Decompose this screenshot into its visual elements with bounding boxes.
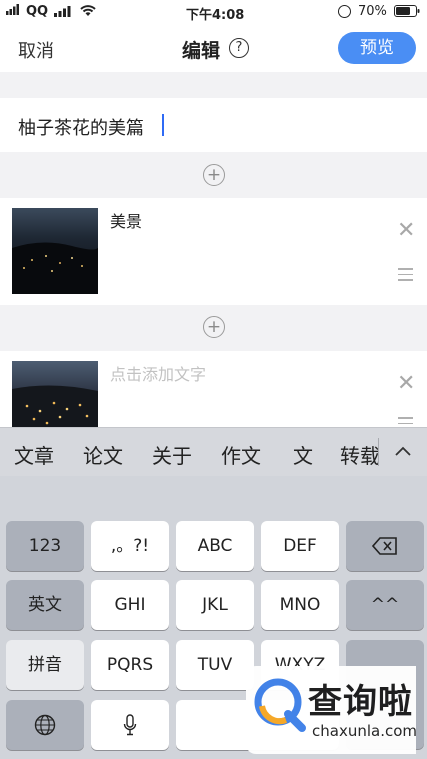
carrier-label: QQ [26, 4, 49, 19]
watermark-logo-icon [252, 676, 308, 736]
article-title-field[interactable]: 柚子茶花的美篇 [0, 98, 427, 152]
close-icon[interactable]: ✕ [397, 373, 415, 395]
item-text-placeholder[interactable]: 点击添加文字 [110, 361, 206, 385]
page-title: 编辑 [182, 40, 221, 62]
watermark-url: chaxunla.com [312, 722, 417, 740]
article-title-text: 柚子茶花的美篇 [18, 118, 144, 139]
candidate-word[interactable]: 作文 [221, 440, 261, 469]
content-item[interactable]: 点击添加文字 ✕ [0, 351, 427, 427]
candidate-divider [378, 438, 379, 466]
signal-bars-icon [54, 6, 72, 21]
watermark: 查询啦 chaxunla.com [246, 666, 417, 754]
key-ghi[interactable]: GHI [91, 580, 169, 630]
add-section-button[interactable]: + [203, 164, 225, 186]
photo-thumbnail[interactable] [12, 208, 99, 294]
cancel-button[interactable]: 取消 [18, 37, 54, 63]
key-emoticon[interactable]: ^^ [346, 580, 424, 630]
candidate-bar: 文章 论文 关于 作文 文 转载 [0, 428, 427, 476]
battery-percent: 70% [358, 4, 387, 19]
watermark-brand: 查询啦 [308, 682, 413, 722]
battery-icon [394, 5, 420, 21]
microphone-key[interactable] [91, 700, 169, 750]
key-123[interactable]: 123 [6, 521, 84, 571]
drag-handle-icon[interactable] [398, 268, 413, 285]
key-english[interactable]: 英文 [6, 580, 84, 630]
key-mno[interactable]: MNO [261, 580, 339, 630]
item-caption[interactable]: 美景 [110, 208, 142, 232]
clock-label: 下午4:08 [186, 8, 245, 23]
backspace-key[interactable] [346, 521, 424, 571]
add-section-button[interactable]: + [203, 316, 225, 338]
key-abc[interactable]: ABC [176, 521, 254, 571]
text-caret [162, 114, 164, 136]
backspace-icon [371, 537, 397, 555]
drag-handle-icon[interactable] [398, 417, 413, 427]
key-pinyin[interactable]: 拼音 [6, 640, 84, 690]
photo-thumbnail[interactable] [12, 361, 98, 427]
key-pqrs[interactable]: PQRS [91, 640, 169, 690]
globe-icon [34, 714, 56, 736]
candidate-word[interactable]: 文章 [14, 440, 54, 469]
candidate-word[interactable]: 论文 [83, 440, 123, 469]
signal-icon [6, 4, 20, 19]
candidate-word[interactable]: 文 [293, 440, 313, 469]
content-item[interactable]: 美景 ✕ [0, 198, 427, 305]
wifi-icon [80, 5, 96, 21]
key-def[interactable]: DEF [261, 521, 339, 571]
help-icon[interactable]: ? [229, 38, 249, 58]
preview-button[interactable]: 预览 [338, 32, 416, 64]
close-icon[interactable]: ✕ [397, 220, 415, 242]
chevron-up-icon[interactable] [394, 442, 412, 461]
key-tuv[interactable]: TUV [176, 640, 254, 690]
status-bar: QQ 下午4:08 70% [0, 0, 427, 24]
key-jkl[interactable]: JKL [176, 580, 254, 630]
key-punctuation[interactable]: ,。?! [91, 521, 169, 571]
candidate-word[interactable]: 转载 [340, 440, 378, 469]
microphone-icon [123, 714, 137, 736]
globe-key[interactable] [6, 700, 84, 750]
nav-bar: 取消 编辑 ? 预览 [0, 24, 427, 72]
candidate-word[interactable]: 关于 [152, 440, 192, 469]
orientation-lock-icon [338, 5, 351, 18]
